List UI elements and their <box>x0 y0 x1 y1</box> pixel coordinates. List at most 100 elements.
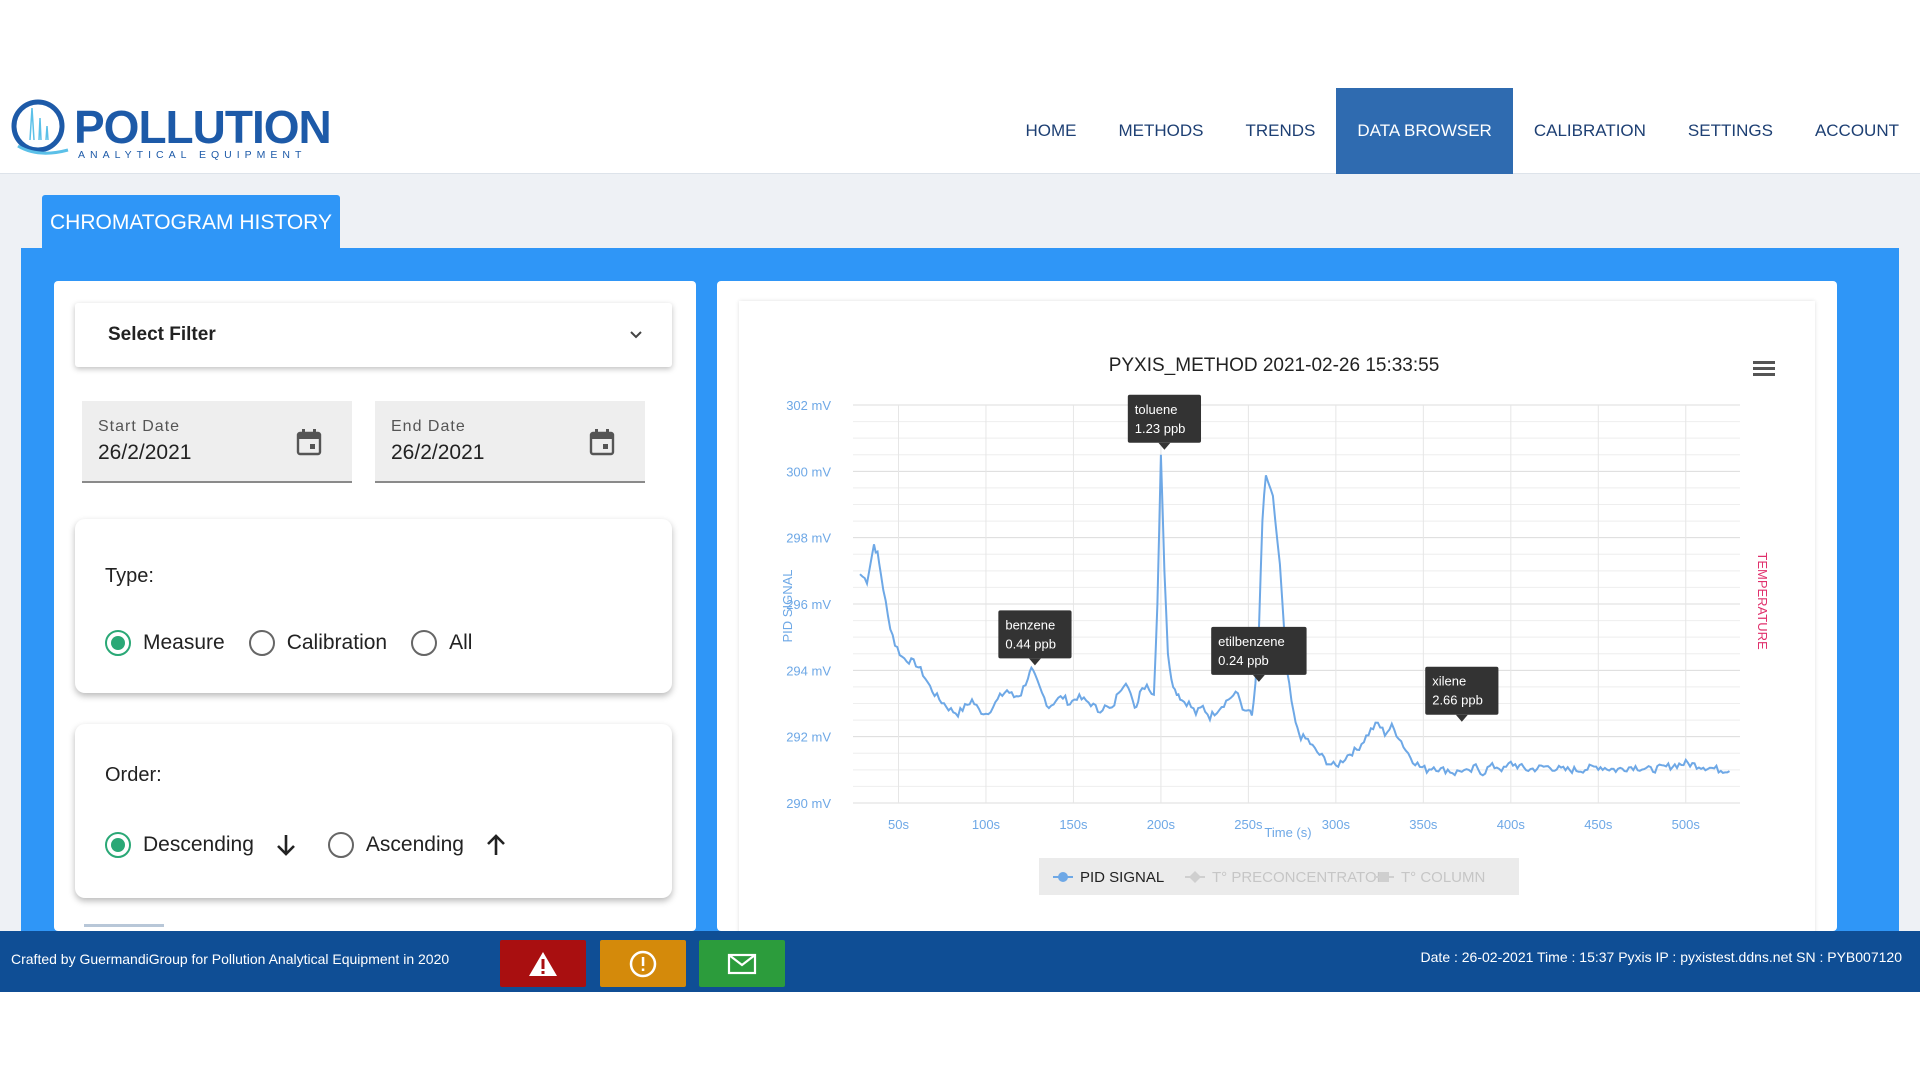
annotation-compound: benzene <box>1005 617 1055 632</box>
radio-unchecked-icon[interactable] <box>411 630 438 656</box>
type-option-calibration[interactable]: Calibration <box>248 630 388 656</box>
series-line <box>859 454 1731 777</box>
radio-unchecked-icon[interactable] <box>248 630 275 656</box>
legend-marker <box>1058 872 1068 882</box>
chevron-down-icon <box>630 331 642 339</box>
x-tick-label: 150s <box>1059 817 1088 832</box>
x-axis-label: Time (s) <box>1264 825 1311 840</box>
envelope-icon <box>727 953 757 974</box>
chart-legend: PID SIGNAL T° PRECONCENTRATOR T° COLUMN <box>1039 858 1519 895</box>
x-tick-label: 400s <box>1497 817 1526 832</box>
order-option-label: Descending <box>143 833 254 856</box>
annotation-value: 0.24 ppb <box>1218 653 1269 668</box>
type-option-label: Calibration <box>286 631 388 654</box>
footer-bar: Crafted by GuermandiGroup for Pollution … <box>0 931 1920 992</box>
select-filter-label: Select Filter <box>108 324 216 345</box>
peak-annotation[interactable]: benzene 0.44 ppb <box>998 610 1072 666</box>
chart-card: 290 mV 292 mV 294 mV 296 mV 298 mV 300 mV 302 … <box>717 281 1837 931</box>
radio-checked-icon[interactable] <box>105 832 131 858</box>
type-option-label: All <box>449 631 473 654</box>
end-date-label: End Date <box>391 418 466 435</box>
select-filter-dropdown[interactable]: Select Filter <box>75 303 672 367</box>
x-tick-label: 200s <box>1147 817 1176 832</box>
type-radio-group: Measure Calibration All <box>105 630 496 656</box>
alarm-button[interactable] <box>500 940 586 987</box>
footer-status-info: Date : 26-02-2021 Time : 15:37 Pyxis IP … <box>1420 949 1902 965</box>
type-option-all[interactable]: All <box>411 630 472 656</box>
annotation-pointer <box>1028 658 1041 666</box>
logo-ring-icon <box>11 99 69 155</box>
annotation-compound: etilbenzene <box>1218 634 1285 649</box>
end-date-field[interactable]: End Date 26/2/2021 <box>375 401 645 483</box>
x-tick-label: 50s <box>888 817 909 832</box>
arrow-up-icon <box>487 834 505 855</box>
order-option-descending[interactable]: Descending <box>105 832 298 858</box>
order-radio-group: Descending Ascending <box>105 832 532 858</box>
order-filter-card: Order: Descending Ascending <box>75 724 672 898</box>
peak-annotation[interactable]: xilene 2.66 ppb <box>1425 666 1499 722</box>
nav-methods[interactable]: METHODS <box>1097 88 1224 174</box>
nav-home[interactable]: HOME <box>1004 88 1097 174</box>
x-tick-label: 350s <box>1409 817 1438 832</box>
order-option-ascending[interactable]: Ascending <box>327 832 508 858</box>
legend-item[interactable]: T° PRECONCENTRATOR <box>1185 869 1388 886</box>
brand-logo[interactable]: POLLUTION ANALYTICAL EQUIPMENT <box>8 92 332 162</box>
x-tick-label: 300s <box>1322 817 1351 832</box>
nav-data-browser[interactable]: DATA BROWSER <box>1336 88 1513 174</box>
annotation-pointer <box>1158 442 1171 450</box>
type-filter-card: Type: Measure Calibration All <box>75 519 672 693</box>
radio-checked-icon[interactable] <box>105 630 131 656</box>
brand-tagline: ANALYTICAL EQUIPMENT <box>78 149 307 161</box>
nav-trends[interactable]: TRENDS <box>1224 88 1336 174</box>
search-section-peek <box>84 924 164 930</box>
order-title: Order: <box>105 764 162 786</box>
exclamation-circle-icon <box>629 950 657 977</box>
radio-unchecked-icon[interactable] <box>327 832 354 858</box>
type-option-label: Measure <box>143 631 225 654</box>
y2-axis-label: TEMPERATURE <box>1755 552 1770 650</box>
legend-label: PID SIGNAL <box>1080 869 1164 886</box>
y-tick-label: 294 mV <box>786 663 831 678</box>
footer-credit: Crafted by GuermandiGroup for Pollution … <box>11 951 450 967</box>
main-nav: HOME METHODS TRENDS DATA BROWSER CALIBRA… <box>1004 88 1920 174</box>
chart-menu-icon[interactable] <box>1753 361 1775 376</box>
arrow-down-icon <box>276 835 295 856</box>
annotation-pointer <box>1455 714 1468 722</box>
x-tick-label: 450s <box>1584 817 1613 832</box>
calendar-icon[interactable] <box>589 428 615 456</box>
legend-label: T° PRECONCENTRATOR <box>1212 869 1388 886</box>
type-title: Type: <box>105 565 154 587</box>
top-header: POLLUTION ANALYTICAL EQUIPMENT HOME METH… <box>0 88 1920 174</box>
y-tick-label: 290 mV <box>786 796 831 811</box>
start-date-field[interactable]: Start Date 26/2/2021 <box>82 401 352 483</box>
calendar-icon[interactable] <box>296 428 322 456</box>
x-tick-label: 250s <box>1234 817 1263 832</box>
order-option-label: Ascending <box>365 833 464 856</box>
page: POLLUTION ANALYTICAL EQUIPMENT HOME METH… <box>0 0 1920 1080</box>
peak-annotation[interactable]: etilbenzene 0.24 ppb <box>1211 626 1307 682</box>
nav-settings[interactable]: SETTINGS <box>1667 88 1794 174</box>
nav-calibration[interactable]: CALIBRATION <box>1513 88 1667 174</box>
chromatogram-chart: 290 mV 292 mV 294 mV 296 mV 298 mV 300 mV 302 … <box>739 301 1815 931</box>
chromatogram-svg: 290 mV292 mV294 mV296 mV298 mV300 mV302 … <box>780 355 1775 895</box>
peak-annotation[interactable]: toluene 1.23 ppb <box>1127 394 1202 450</box>
annotation-value: 1.23 ppb <box>1135 421 1186 436</box>
nav-account[interactable]: ACCOUNT <box>1794 88 1920 174</box>
start-date-value: 26/2/2021 <box>98 441 192 464</box>
y-axis-label: PID SIGNAL <box>780 570 795 643</box>
x-tick-label: 100s <box>972 817 1001 832</box>
chart-title: PYXIS_METHOD 2021-02-26 15:33:55 <box>1109 355 1440 376</box>
type-option-measure[interactable]: Measure <box>105 630 225 656</box>
legend-marker <box>1379 872 1389 882</box>
warning-triangle-icon <box>529 951 557 976</box>
end-date-value: 26/2/2021 <box>391 441 485 464</box>
annotation-value: 0.44 ppb <box>1005 636 1056 651</box>
annotation-value: 2.66 ppb <box>1432 693 1483 708</box>
warning-button[interactable] <box>600 940 686 987</box>
annotation-compound: toluene <box>1135 402 1178 417</box>
messages-button[interactable] <box>699 940 785 987</box>
annotation-compound: xilene <box>1432 674 1466 689</box>
tab-chromatogram-history[interactable]: CHROMATOGRAM HISTORY <box>42 195 340 251</box>
y-tick-label: 302 mV <box>786 398 831 413</box>
y-tick-label: 292 mV <box>786 730 831 745</box>
